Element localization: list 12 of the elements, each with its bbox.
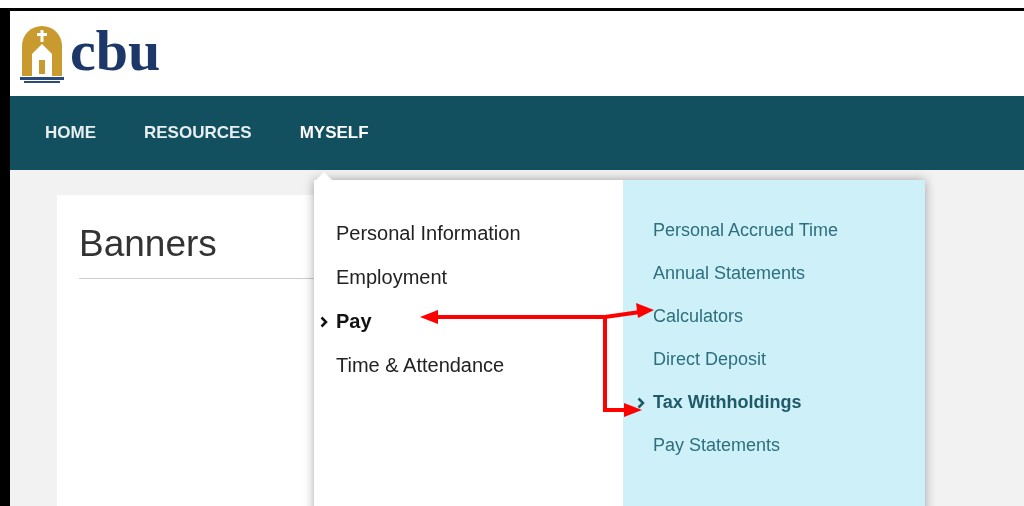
menu-item[interactable]: Direct Deposit [653,349,767,369]
nav-link[interactable]: MYSELF [299,120,369,146]
menu-item[interactable]: Personal Accrued Time [653,220,839,240]
menu-item[interactable]: Annual Statements [653,263,806,283]
logo-text: cbu [70,21,161,80]
menu-item[interactable]: Calculators [653,306,744,326]
menu-item[interactable]: Pay [336,310,372,332]
menu-item[interactable]: Tax Withholdings [653,392,802,412]
nav-link[interactable]: RESOURCES [144,120,252,146]
menu-item[interactable]: Pay Statements [653,435,781,455]
menu-item[interactable]: Time & Attendance [336,354,505,376]
nav-link[interactable]: HOME [45,120,96,146]
